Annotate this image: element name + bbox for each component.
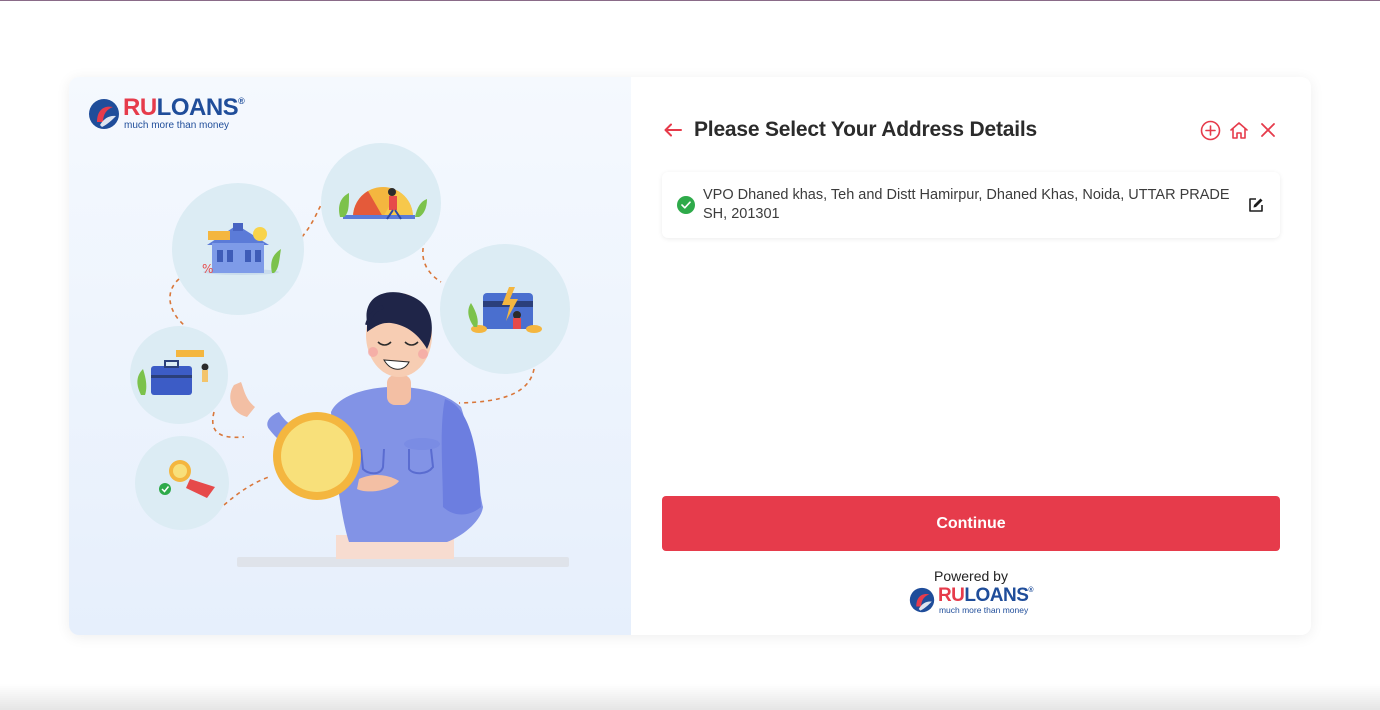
home-button[interactable] <box>1228 119 1250 141</box>
footer-brand-name-loans: LOANS <box>964 585 1029 606</box>
address-form-panel: Please Select Your Address Details VPO D… <box>631 77 1311 635</box>
form-header: Please Select Your Address Details <box>662 117 1279 143</box>
address-text: VPO Dhaned khas, Teh and Distt Hamirpur,… <box>703 187 1230 222</box>
close-icon <box>1261 123 1275 137</box>
page-title: Please Select Your Address Details <box>694 118 1037 141</box>
ruloans-logo-icon <box>89 98 119 129</box>
close-button[interactable] <box>1257 119 1279 141</box>
brand-name-ru: RU <box>123 94 157 121</box>
footer-ruloans-logo: RULOANS® much more than money <box>909 585 1034 615</box>
edit-icon <box>1249 198 1263 212</box>
loan-services-illustration: % <box>130 143 570 567</box>
ruloans-logo: RULOANS® much more than money <box>88 94 245 131</box>
window-bottom-shadow <box>0 684 1380 710</box>
footer-brand-name-ru: RU <box>937 585 965 606</box>
edit-address-button[interactable] <box>1246 195 1266 215</box>
illustration-panel: % RULOANS® much more than money <box>69 77 631 635</box>
address-selection-card: % RULOANS® much more than money Please S… <box>69 77 1311 635</box>
brand-name: RULOANS® <box>123 94 245 121</box>
brand-tagline: much more than money <box>124 120 230 131</box>
add-circle-icon <box>1200 120 1220 140</box>
back-button[interactable] <box>662 119 684 141</box>
brand-name-loans: LOANS <box>156 94 239 121</box>
footer-brand-tagline: much more than money <box>938 605 1029 615</box>
footer-registered-mark: ® <box>1028 587 1034 594</box>
powered-by-label: Powered by <box>934 568 1008 584</box>
powered-by-footer: Powered by RULOANS® much more than money <box>662 568 1280 618</box>
svg-text:%: % <box>202 262 213 276</box>
registered-mark: ® <box>238 96 245 106</box>
continue-button[interactable]: Continue <box>662 496 1280 551</box>
address-option-selected[interactable]: VPO Dhaned khas, Teh and Distt Hamirpur,… <box>662 172 1280 238</box>
footer-brand-name: RULOANS® <box>937 585 1034 606</box>
add-address-button[interactable] <box>1199 119 1221 141</box>
home-icon <box>1230 121 1248 139</box>
check-circle-icon <box>677 196 695 214</box>
arrow-left-icon <box>664 123 682 137</box>
ruloans-logo-icon <box>909 588 935 613</box>
header-actions <box>1199 119 1279 141</box>
